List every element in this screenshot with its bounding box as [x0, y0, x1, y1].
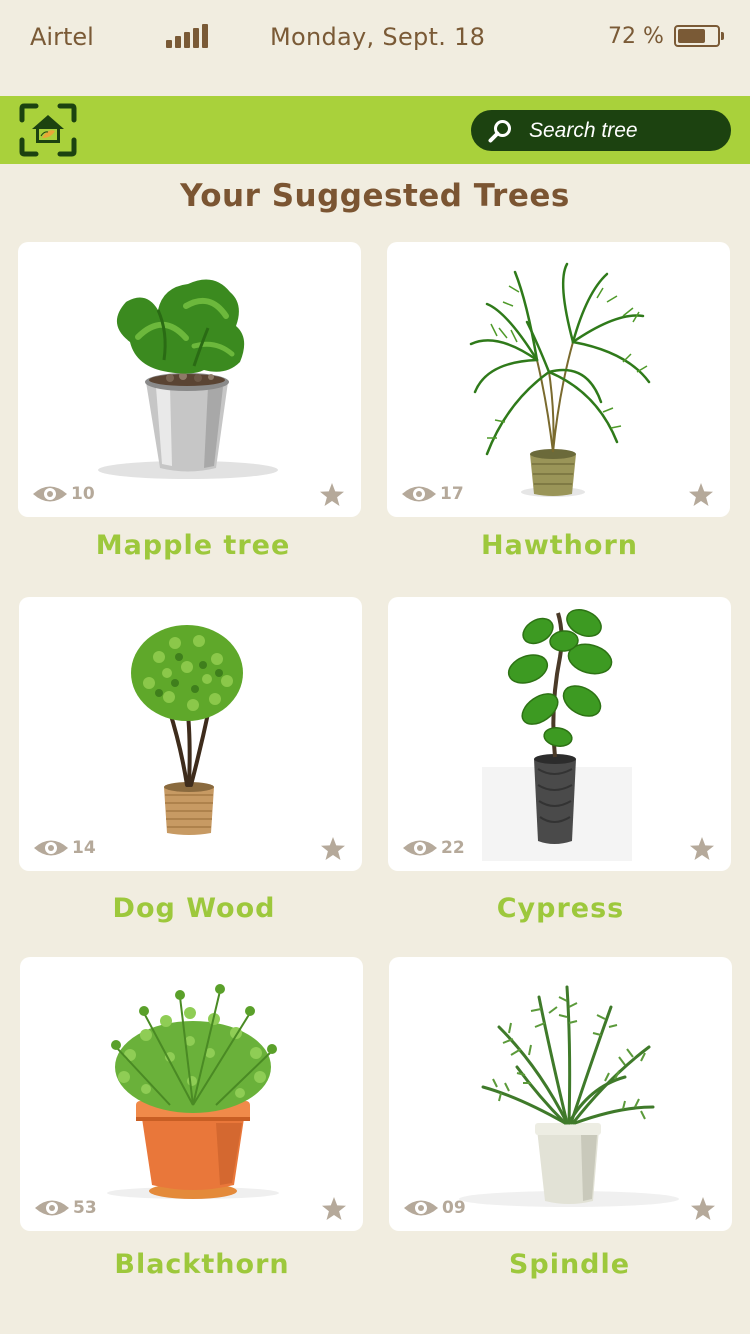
tree-name-cypress[interactable]: Cypress	[388, 893, 733, 924]
eye-icon	[35, 1200, 69, 1216]
eye-icon	[403, 840, 437, 856]
page-title: Your Suggested Trees	[180, 178, 570, 214]
view-count: 14	[72, 838, 96, 858]
view-count-group: 10	[32, 483, 95, 505]
star-icon[interactable]	[688, 482, 714, 508]
tree-name-hawthorn[interactable]: Hawthorn	[387, 530, 732, 561]
plant-image	[131, 625, 243, 835]
battery-percent: 72 %	[608, 24, 664, 49]
plant-image	[107, 984, 279, 1199]
status-date: Monday, Sept. 18	[270, 23, 486, 51]
view-count-group: 22	[402, 837, 465, 859]
eye-icon	[33, 486, 67, 502]
view-count-group: 09	[403, 1197, 466, 1219]
plant-image	[482, 608, 632, 861]
tree-card-hawthorn[interactable]: 17	[387, 242, 730, 517]
view-count: 17	[440, 484, 464, 504]
plant-image	[98, 279, 278, 479]
tree-card-cypress[interactable]: 22	[388, 597, 731, 871]
tree-card-blackthorn[interactable]: 53	[20, 957, 363, 1231]
status-bar: Airtel Monday, Sept. 18 72 %	[0, 0, 750, 96]
star-icon[interactable]	[319, 482, 345, 508]
battery-icon	[674, 25, 724, 47]
eye-icon	[34, 840, 68, 856]
view-count: 22	[441, 838, 465, 858]
eye-icon	[402, 486, 436, 502]
signal-bars-icon	[166, 24, 208, 48]
tree-card-mapple-tree[interactable]: 10	[18, 242, 361, 517]
tree-name-spindle[interactable]: Spindle	[397, 1249, 742, 1280]
view-count: 53	[73, 1198, 97, 1218]
view-count: 10	[71, 484, 95, 504]
tree-name-blackthorn[interactable]: Blackthorn	[27, 1249, 377, 1280]
star-icon[interactable]	[321, 1196, 347, 1222]
tree-name-mapple-tree[interactable]: Mapple tree	[18, 530, 368, 561]
plant-image	[459, 985, 679, 1207]
view-count-group: 17	[401, 483, 464, 505]
plant-image	[469, 262, 651, 497]
header-bar	[0, 96, 750, 164]
plant-home-scan-icon[interactable]	[18, 102, 78, 158]
eye-icon	[404, 1200, 438, 1216]
battery-level-fill	[678, 29, 706, 43]
tree-card-spindle[interactable]: 09	[389, 957, 732, 1231]
star-icon[interactable]	[690, 1196, 716, 1222]
search-icon[interactable]	[487, 118, 513, 144]
view-count: 09	[442, 1198, 466, 1218]
carrier-name: Airtel	[30, 23, 94, 51]
search-input[interactable]	[529, 110, 719, 151]
tree-card-dog-wood[interactable]: 14	[19, 597, 362, 871]
view-count-group: 14	[33, 837, 96, 859]
star-icon[interactable]	[689, 836, 715, 862]
tree-name-dog-wood[interactable]: Dog Wood	[19, 893, 369, 924]
star-icon[interactable]	[320, 836, 346, 862]
view-count-group: 53	[34, 1197, 97, 1219]
search-bar[interactable]	[471, 110, 731, 151]
